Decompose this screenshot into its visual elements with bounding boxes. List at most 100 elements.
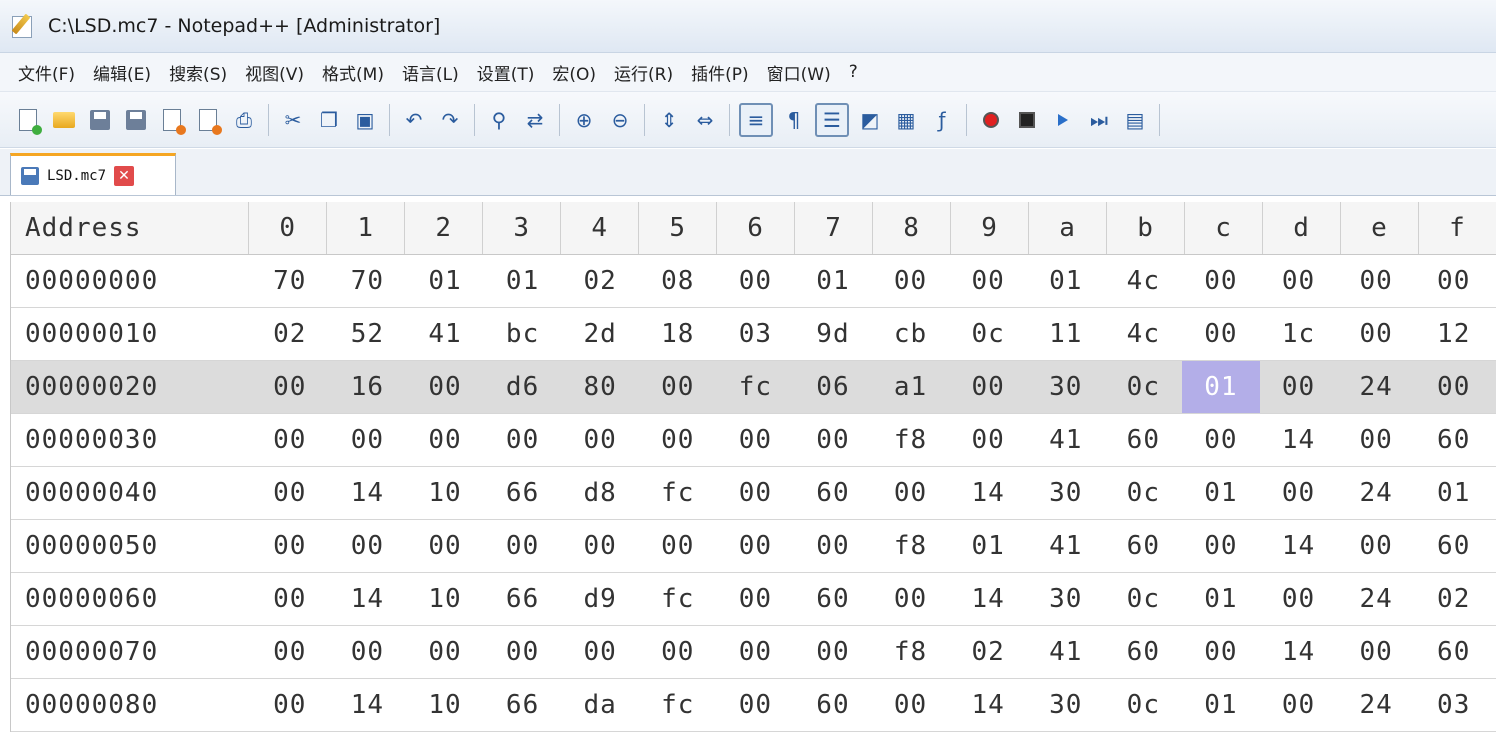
hex-byte-cell[interactable]: 00 (1337, 626, 1415, 678)
hex-byte-cell[interactable]: 14 (329, 679, 407, 731)
zoom-out-icon[interactable]: ⊖ (605, 105, 635, 135)
hex-byte-cell[interactable]: 60 (1105, 626, 1183, 678)
hex-byte-cell[interactable]: 00 (639, 361, 717, 413)
hex-byte-cell[interactable]: 00 (717, 626, 795, 678)
hex-byte-cell[interactable]: f8 (872, 626, 950, 678)
hex-byte-cell[interactable]: 00 (406, 626, 484, 678)
hex-byte-cell[interactable]: 14 (1260, 414, 1338, 466)
hex-byte-cell[interactable]: 10 (406, 573, 484, 625)
hex-byte-cell[interactable]: 11 (1027, 308, 1105, 360)
hex-byte-cell[interactable]: fc (639, 573, 717, 625)
hex-byte-cell[interactable]: 30 (1027, 573, 1105, 625)
copy-icon[interactable]: ❐ (314, 105, 344, 135)
hex-byte-cell[interactable]: 00 (639, 626, 717, 678)
hex-byte-cell[interactable]: 01 (406, 255, 484, 307)
hex-byte-cell[interactable]: 1c (1260, 308, 1338, 360)
hex-byte-cell[interactable]: 00 (561, 626, 639, 678)
hex-byte-cell[interactable]: 00 (329, 626, 407, 678)
hex-byte-cell[interactable]: 10 (406, 467, 484, 519)
hex-byte-cell[interactable]: 14 (1260, 520, 1338, 572)
hex-byte-cell[interactable]: 00 (251, 361, 329, 413)
hex-byte-cell[interactable]: 00 (329, 414, 407, 466)
hex-byte-cell[interactable]: 4c (1105, 308, 1183, 360)
hex-byte-cell[interactable]: 30 (1027, 361, 1105, 413)
hex-byte-cell[interactable]: 9d (794, 308, 872, 360)
hex-byte-cell[interactable]: 00 (949, 414, 1027, 466)
hex-byte-cell[interactable]: 00 (872, 679, 950, 731)
hex-byte-cell[interactable]: 00 (794, 414, 872, 466)
hex-byte-cell[interactable]: 00 (639, 520, 717, 572)
close-file-icon[interactable] (157, 105, 187, 135)
table-row[interactable]: 00000000 70 70 01 01 02 08 00 01 00 00 01 4c 00 00 00 00 (11, 255, 1496, 308)
hex-byte-cell[interactable]: 02 (949, 626, 1027, 678)
hex-byte-cell[interactable]: 66 (484, 573, 562, 625)
hex-byte-cell[interactable]: 00 (1337, 255, 1415, 307)
show-all-chars-icon[interactable]: ¶ (779, 105, 809, 135)
hex-byte-cell[interactable]: 01 (1182, 679, 1260, 731)
hex-byte-cell[interactable]: 60 (1105, 414, 1183, 466)
hex-byte-cell[interactable]: 41 (1027, 626, 1105, 678)
hex-byte-cell[interactable]: 60 (1415, 626, 1493, 678)
hex-byte-cell[interactable]: 01 (1182, 361, 1260, 413)
new-file-icon[interactable] (13, 105, 43, 135)
hex-byte-cell[interactable]: 60 (794, 573, 872, 625)
hex-byte-cell[interactable]: 00 (1182, 520, 1260, 572)
hex-byte-cell[interactable]: 00 (1337, 520, 1415, 572)
hex-byte-cell[interactable]: fc (639, 679, 717, 731)
hex-byte-cell[interactable]: 00 (406, 520, 484, 572)
hex-editor[interactable]: Address 0 1 2 3 4 5 6 7 8 9 a b c d e f 00000000 70 70 01 01 0… (10, 202, 1496, 732)
hex-byte-cell[interactable]: 00 (1260, 255, 1338, 307)
play-macro-icon[interactable] (1048, 105, 1078, 135)
hex-byte-cell[interactable]: 2d (561, 308, 639, 360)
hex-byte-cell[interactable]: 00 (872, 467, 950, 519)
hex-byte-cell[interactable]: 00 (717, 414, 795, 466)
hex-byte-cell[interactable]: 10 (406, 679, 484, 731)
hex-byte-cell[interactable]: 00 (717, 520, 795, 572)
hex-byte-cell[interactable]: 60 (1105, 520, 1183, 572)
hex-byte-cell[interactable]: f8 (872, 520, 950, 572)
menu-file[interactable]: 文件(F) (0, 60, 84, 85)
stop-record-icon[interactable] (1012, 105, 1042, 135)
menu-settings[interactable]: 设置(T) (468, 60, 544, 85)
user-lang-icon[interactable]: ◩ (855, 105, 885, 135)
close-icon[interactable]: ✕ (114, 165, 135, 186)
hex-byte-cell[interactable]: 0c (1105, 573, 1183, 625)
hex-byte-cell[interactable]: 30 (1027, 467, 1105, 519)
hex-byte-cell[interactable]: 00 (794, 520, 872, 572)
save-icon[interactable] (85, 105, 115, 135)
hex-byte-cell[interactable]: 00 (872, 573, 950, 625)
save-all-icon[interactable] (121, 105, 151, 135)
cut-icon[interactable]: ✂ (278, 105, 308, 135)
hex-byte-cell[interactable]: 00 (484, 520, 562, 572)
hex-byte-cell[interactable]: 24 (1337, 679, 1415, 731)
hex-byte-cell[interactable]: 60 (794, 679, 872, 731)
hex-byte-cell[interactable]: 00 (1182, 255, 1260, 307)
hex-byte-cell[interactable]: 00 (251, 573, 329, 625)
hex-byte-cell[interactable]: a1 (872, 361, 950, 413)
hex-byte-cell[interactable]: 00 (949, 255, 1027, 307)
hex-byte-cell[interactable]: 24 (1337, 467, 1415, 519)
menu-window[interactable]: 窗口(W) (758, 60, 840, 85)
hex-byte-cell[interactable]: 00 (251, 626, 329, 678)
hex-byte-cell[interactable]: 0c (1105, 467, 1183, 519)
table-row[interactable]: 00000070 00 00 00 00 00 00 00 00 f8 02 41 60 00 14 00 60 (11, 626, 1496, 679)
redo-icon[interactable]: ↷ (435, 105, 465, 135)
function-list-icon[interactable]: ƒ (927, 105, 957, 135)
table-row[interactable]: 00000010 02 52 41 bc 2d 18 03 9d cb 0c 11 4c 00 1c 00 12 (11, 308, 1496, 361)
hex-byte-cell[interactable]: 60 (1415, 520, 1493, 572)
hex-byte-cell[interactable]: 01 (484, 255, 562, 307)
hex-byte-cell[interactable]: 41 (1027, 414, 1105, 466)
doc-map-icon[interactable]: ▦ (891, 105, 921, 135)
hex-byte-cell[interactable]: 00 (717, 467, 795, 519)
hex-byte-cell[interactable]: 00 (1415, 255, 1493, 307)
hex-byte-cell[interactable]: 00 (794, 626, 872, 678)
hex-byte-cell[interactable]: 30 (1027, 679, 1105, 731)
menu-plugins[interactable]: 插件(P) (682, 60, 758, 85)
menu-edit[interactable]: 编辑(E) (84, 60, 160, 85)
hex-byte-cell[interactable]: 14 (949, 573, 1027, 625)
hex-byte-cell[interactable]: 00 (561, 520, 639, 572)
hex-byte-cell[interactable]: 52 (329, 308, 407, 360)
hex-byte-cell[interactable]: 00 (639, 414, 717, 466)
hex-byte-cell[interactable]: bc (484, 308, 562, 360)
hex-byte-cell[interactable]: 14 (1260, 626, 1338, 678)
